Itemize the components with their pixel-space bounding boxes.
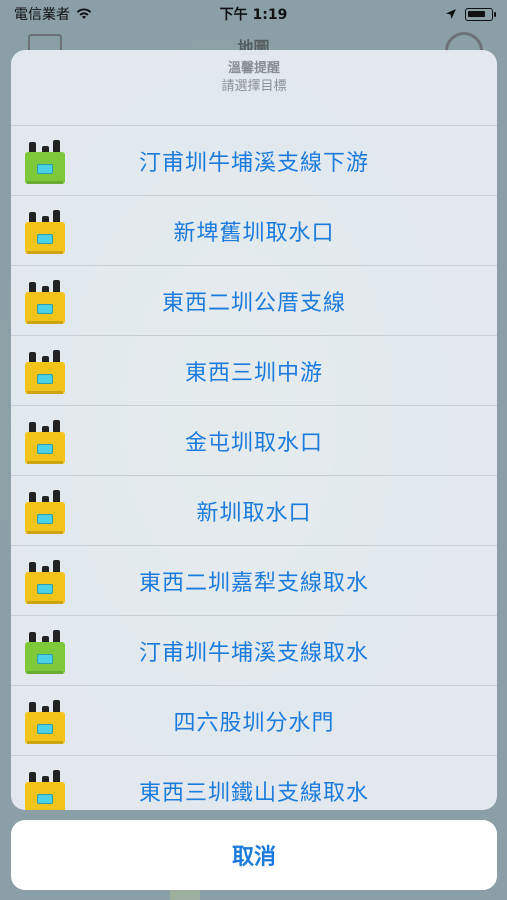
- sheet-option-label: 汀甫圳牛埔溪支線取水: [138, 640, 369, 666]
- sheet-header: 溫馨提醒 請選擇目標: [11, 50, 497, 126]
- station-device-icon: [25, 628, 65, 674]
- sheet-option-label: 新圳取水口: [196, 500, 312, 526]
- sheet-option-label: 東西三圳中游: [184, 360, 323, 386]
- sheet-option[interactable]: 四六股圳分水門: [11, 686, 497, 756]
- station-device-icon: [25, 278, 65, 324]
- station-device-icon: [25, 418, 65, 464]
- sheet-option[interactable]: 新埤舊圳取水口: [11, 196, 497, 266]
- sheet-option[interactable]: 東西二圳嘉犁支線取水: [11, 546, 497, 616]
- battery-icon: [465, 7, 496, 21]
- carrier-label: 電信業者: [14, 7, 70, 23]
- sheet-option-label: 東西三圳鐵山支線取水: [138, 780, 369, 806]
- station-device-icon: [25, 348, 65, 394]
- station-device-icon: [25, 208, 65, 254]
- sheet-title: 溫馨提醒: [227, 61, 280, 76]
- status-left: 電信業者: [14, 4, 92, 24]
- sheet-option-label: 東西二圳嘉犁支線取水: [138, 570, 369, 596]
- station-device-icon: [25, 138, 65, 184]
- sheet-option-label: 四六股圳分水門: [173, 710, 335, 736]
- sheet-option[interactable]: 汀甫圳牛埔溪支線取水: [11, 616, 497, 686]
- status-time: 下午 1:19: [219, 7, 288, 23]
- sheet-option-label: 東西二圳公厝支線: [161, 290, 346, 316]
- sheet-option-label: 新埤舊圳取水口: [173, 220, 335, 246]
- status-right: [445, 7, 496, 21]
- options-list: 汀甫圳牛埔溪支線下游 新埤舊圳取水口 東西二圳公厝支線 東西三圳中游 金屯圳取水口 新圳取…: [11, 126, 497, 810]
- station-device-icon: [25, 768, 65, 810]
- sheet-message: 請選擇目標: [221, 79, 287, 94]
- location-arrow-icon: [446, 9, 456, 19]
- sheet-option[interactable]: 東西二圳公厝支線: [11, 266, 497, 336]
- status-bar: 電信業者 下午 1:19: [0, 0, 507, 28]
- sheet-option[interactable]: 金屯圳取水口: [11, 406, 497, 476]
- station-device-icon: [25, 488, 65, 534]
- wifi-icon: [76, 8, 92, 19]
- station-device-icon: [25, 698, 65, 744]
- action-sheet: 溫馨提醒 請選擇目標 汀甫圳牛埔溪支線下游 新埤舊圳取水口 東西二圳公厝支線 東西三圳…: [11, 50, 497, 810]
- sheet-option[interactable]: 東西三圳鐵山支線取水: [11, 756, 497, 810]
- sheet-option[interactable]: 東西三圳中游: [11, 336, 497, 406]
- cancel-button[interactable]: 取消: [11, 820, 497, 890]
- sheet-option-label: 汀甫圳牛埔溪支線下游: [138, 150, 369, 176]
- cancel-label: 取消: [231, 845, 276, 870]
- sheet-option[interactable]: 汀甫圳牛埔溪支線下游: [11, 126, 497, 196]
- station-device-icon: [25, 558, 65, 604]
- sheet-option[interactable]: 新圳取水口: [11, 476, 497, 546]
- sheet-option-label: 金屯圳取水口: [184, 430, 323, 456]
